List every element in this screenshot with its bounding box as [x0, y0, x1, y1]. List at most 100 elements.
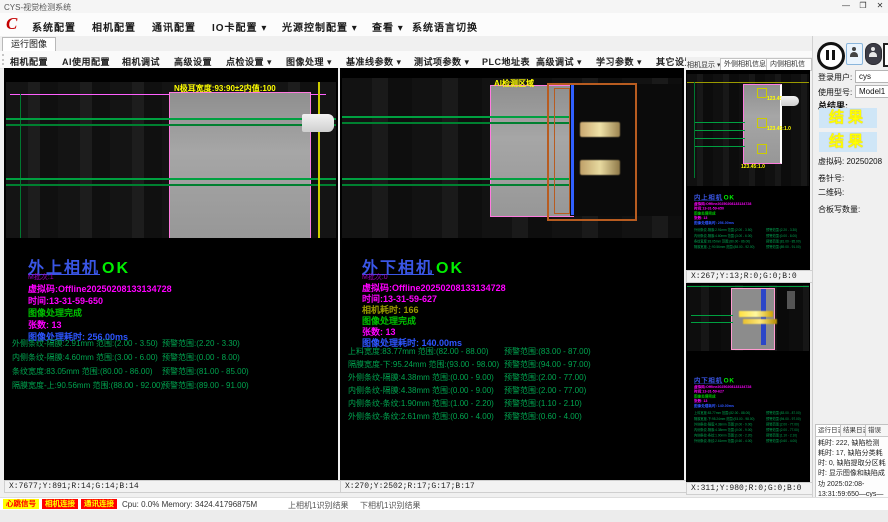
tab-run-image[interactable]: 运行图像 — [2, 37, 56, 51]
maximize-icon[interactable]: ❐ — [855, 0, 871, 12]
warn-range: 预警范围:(89.00 - 91.00) — [162, 380, 249, 391]
measure-value: 内侧条纹-条纹:1.90mm 范围:(1.00 - 2.20) — [348, 399, 494, 408]
part-blob — [787, 291, 795, 309]
tool-spotcheck-set[interactable]: 点检设置 ▾ — [226, 55, 272, 68]
measure-line — [691, 315, 733, 316]
warn-range: 预警范围:(2.00 - 77.00) — [504, 385, 586, 396]
defect-blob — [739, 311, 773, 317]
tool-learn-param[interactable]: 学习参数 ▾ — [596, 55, 642, 68]
result-box-1: 结果 — [819, 108, 877, 128]
measure-value: 隔膜宽度-下:95.24mm 范围:(93.00 - 98.00) — [348, 360, 499, 369]
measure-line — [691, 322, 733, 323]
tool-baseline-param[interactable]: 基准线参数 ▾ — [346, 55, 402, 68]
tab-connector-blob — [781, 96, 799, 106]
menu-camera-config[interactable]: 相机配置 — [92, 19, 136, 34]
measure-row: 外侧条纹-隔膜:4.38mm 范围:(0.00 - 9.00) 预警范围:(2.… — [348, 372, 680, 383]
mini-panel-inner-upper: 123.45:1.0 123.45:1.0 123.45:1.0 内上相机OK … — [686, 70, 810, 270]
image-annotation: N极耳宽度:93:90±2内值:100 — [174, 83, 276, 94]
measure-line — [6, 124, 336, 126]
measure-row: 外侧条纹-条纹:2.61mm 范围:(0.60 - 4.00) 预警范围:(0.… — [348, 411, 680, 422]
qr-label: 二维码: — [818, 187, 844, 198]
measure-line — [695, 138, 745, 139]
measure-row: 上料宽度:83.77mm 范围:(82.00 - 88.00) 预警范围:(83… — [348, 346, 680, 357]
result-box-2: 结果 — [819, 132, 877, 152]
tool-advanced-set[interactable]: 高级设置 — [174, 55, 212, 68]
camera-panel-outer-upper: N极耳宽度:93:90±2内值:100 外上相机OK M批次:1 虚拟码:Off… — [4, 68, 338, 480]
user-login-button[interactable] — [846, 43, 863, 65]
warn-range: 预警范围:(2.00 - 77.00) — [766, 428, 799, 432]
measure-row: 外侧条纹-条纹:2.61mm 范围:(0.60 - 4.00) — [694, 439, 752, 443]
warn-range: 预警范围:(0.00 - 8.00) — [162, 352, 240, 363]
minimize-icon[interactable]: — — [838, 0, 854, 12]
vcode-label: 虚拟码: 20250208 — [818, 156, 882, 167]
edge-line — [761, 289, 766, 345]
measure-row: 外侧条纹-隔膜:2.91mm 范围:(2.00 - 3.50) 预警范围:(2.… — [12, 338, 332, 349]
menu-view[interactable]: 查看 ▾ — [372, 19, 404, 34]
mini-tab-strip: 相机显示 ▾ 外侧相机信息 内侧相机信息 — [686, 57, 812, 70]
tab-strip: 运行图像 — [0, 36, 812, 52]
measure-row: 隔膜宽度-上:90.56mm 范围:(88.00 - 92.00) — [694, 245, 754, 249]
warn-range: 预警范围:(1.10 - 2.10) — [766, 433, 797, 437]
guide-line — [20, 94, 21, 238]
elapsed-text: 图像处理耗时: 256.00ms — [694, 220, 734, 225]
measure-row: 隔膜宽度-上:90.56mm 范围:(88.00 - 92.00) 预警范围:(… — [12, 380, 332, 391]
mini-camera-view-upper[interactable]: 123.45:1.0 123.45:1.0 123.45:1.0 — [687, 74, 809, 186]
app-window: CYS-视觉检测系统 — ❐ ✕ C 系统配置 相机配置 通讯配置 IO卡配置 … — [0, 0, 888, 522]
roi-box — [757, 88, 767, 98]
warn-range: 预警范围:(2.00 - 77.00) — [766, 422, 799, 426]
exit-button[interactable]: ➜ — [883, 43, 888, 67]
pixel-coord-bar-mini-bottom: X:311;Y:980;R:0;G:0;B:0 — [686, 482, 814, 495]
menu-light-config[interactable]: 光源控制配置 ▾ — [282, 19, 358, 34]
menu-io-config[interactable]: IO卡配置 ▾ — [212, 19, 267, 34]
tool-camera-config[interactable]: 相机配置 — [10, 55, 48, 68]
tool-image-process[interactable]: 图像处理 ▾ — [286, 55, 332, 68]
measure-row: 内侧条纹-隔膜:4.38mm 范围:(0.00 - 9.00) — [694, 428, 752, 432]
login-user-label: 登录用户: — [818, 72, 852, 83]
image-annotation: AI检测区域 — [494, 78, 534, 89]
measure-row: 内侧条纹-条纹:1.90mm 范围:(1.00 - 2.20) — [694, 433, 752, 437]
write-count-label: 合板写数量: — [818, 204, 860, 215]
log-tab-strip: 运行日志 结果日志 错误日志 — [815, 424, 888, 436]
user-switch-button[interactable] — [865, 43, 882, 65]
mini-camera-view-lower[interactable] — [687, 285, 809, 351]
tool-ai-config[interactable]: AI使用配置 — [62, 55, 110, 68]
camera-view-outer-lower[interactable]: AI检测区域 — [342, 78, 682, 238]
measure-value: 条纹宽度:83.05mm 范围:(80.00 - 86.00) — [12, 367, 153, 376]
model-field[interactable]: Model1 — [855, 85, 888, 98]
menu-language-switch[interactable]: 系统语言切换 — [412, 19, 478, 34]
tool-camera-debug[interactable]: 相机调试 — [122, 55, 160, 68]
measure-row: 内侧条纹-条纹:1.90mm 范围:(1.00 - 2.20) 预警范围:(1.… — [348, 398, 680, 409]
tool-adv-debug[interactable]: 高级调试 ▾ — [536, 55, 582, 68]
app-logo-icon: C — [6, 14, 17, 34]
camera-view-outer-upper[interactable]: N极耳宽度:93:90±2内值:100 — [6, 82, 336, 238]
close-icon[interactable]: ✕ — [872, 0, 888, 12]
defect-blob — [743, 319, 777, 324]
warn-range: 预警范围:(81.00 - 85.00) — [162, 366, 249, 377]
tool-test-param[interactable]: 测试项参数 ▾ — [414, 55, 470, 68]
window-bottom-edge — [0, 510, 888, 522]
ruler-line — [687, 82, 809, 83]
title-bar: CYS-视觉检测系统 — ❐ ✕ — [0, 0, 888, 14]
camera-display-label[interactable]: 相机显示 ▾ — [687, 60, 720, 70]
warn-range: 预警范围:(94.00 - 97.00) — [504, 359, 591, 370]
measure-line — [6, 178, 336, 180]
roi-box — [757, 144, 767, 154]
warn-range: 预警范围:(1.10 - 2.10) — [504, 398, 582, 409]
warn-range: 预警范围:(94.00 - 97.00) — [766, 417, 801, 421]
tool-plc-table[interactable]: PLC地址表 — [482, 55, 530, 68]
defect-blob — [580, 160, 620, 175]
pause-button[interactable] — [817, 42, 845, 70]
warn-range: 预警范围:(2.20 - 3.30) — [766, 228, 797, 232]
ruler-line — [318, 82, 320, 238]
warn-range: 预警范围:(0.60 - 4.00) — [504, 411, 582, 422]
pause-icon — [832, 50, 835, 60]
control-sidebar: ➜ 登录用户: cys 使用型号: Model1 总结果: 结果 结果 虚拟码:… — [812, 36, 888, 510]
measure-value: 上料宽度:83.77mm 范围:(82.00 - 88.00) — [348, 347, 489, 356]
mini-panel-inner-lower: 内下相机OK 虚拟码:Offline20250208133134728 时间:1… — [686, 283, 810, 482]
ai-detect-box-inner — [554, 88, 570, 214]
warn-range: 预警范围:(83.00 - 87.00) — [504, 346, 591, 357]
roi-box — [757, 118, 767, 128]
login-user-field[interactable]: cys — [855, 70, 888, 83]
menu-system-config[interactable]: 系统配置 — [32, 19, 76, 34]
menu-comm-config[interactable]: 通讯配置 — [152, 19, 196, 34]
